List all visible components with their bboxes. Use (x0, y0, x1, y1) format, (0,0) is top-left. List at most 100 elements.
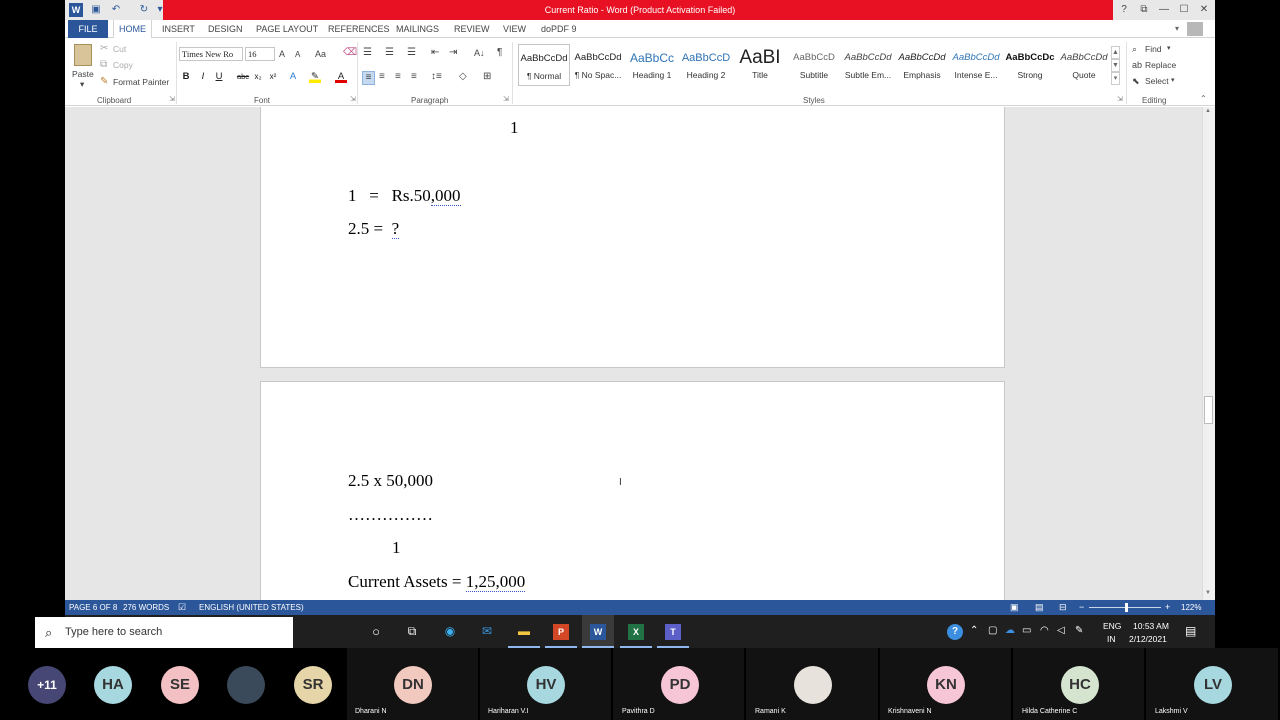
find-button[interactable]: Find (1145, 44, 1162, 54)
undo-icon[interactable]: ↶ (109, 3, 123, 17)
show-hidden-icons[interactable]: ⌃ (970, 625, 978, 636)
scroll-down-icon[interactable]: ▼ (1205, 590, 1211, 596)
collapse-ribbon-icon[interactable]: ⌃ (1200, 94, 1207, 103)
participant-avatar[interactable]: SE (161, 666, 199, 704)
grow-font-icon[interactable]: A (279, 48, 285, 60)
user-account[interactable]: ▾ (1175, 22, 1207, 36)
style-4[interactable]: AaBI Title (734, 44, 786, 86)
notifications-icon[interactable]: ▤ (1185, 624, 1196, 638)
text-effects-button[interactable]: A (287, 71, 299, 83)
minimize-button[interactable]: — (1154, 0, 1174, 20)
paragraph-launcher-icon[interactable]: ⇲ (503, 95, 509, 103)
style-9[interactable]: AaBbCcDc Strong (1004, 44, 1056, 86)
page-indicator[interactable]: PAGE 6 OF 8 (69, 600, 117, 615)
sort-icon[interactable]: A↓ (474, 47, 485, 59)
close-button[interactable]: ✕ (1194, 0, 1214, 20)
participant-photo[interactable] (794, 666, 832, 704)
font-color-button[interactable]: A (335, 71, 347, 83)
align-left-icon[interactable]: ≡ (362, 71, 375, 85)
read-mode-icon[interactable]: ▣ (1010, 600, 1019, 615)
borders-icon[interactable]: ⊞ (483, 71, 491, 83)
italic-button[interactable]: I (197, 71, 209, 83)
redo-icon[interactable]: ↻ (137, 3, 151, 17)
select-dropdown-icon[interactable]: ▾ (1171, 76, 1175, 84)
clipboard-launcher-icon[interactable]: ⇲ (169, 95, 175, 103)
maximize-button[interactable]: ☐ (1174, 0, 1194, 20)
styles-scroll-up-icon[interactable]: ▲ (1111, 46, 1120, 59)
zoom-in-icon[interactable]: + (1165, 600, 1170, 615)
more-participants[interactable]: +11 (28, 666, 66, 704)
underline-button[interactable]: U (213, 71, 225, 83)
select-button[interactable]: Select (1145, 76, 1169, 86)
tab-mailings[interactable]: MAILINGS (396, 20, 439, 38)
onedrive-icon[interactable]: ☁ (1005, 625, 1015, 636)
styles-launcher-icon[interactable]: ⇲ (1117, 95, 1123, 103)
participant-photo[interactable] (227, 666, 265, 704)
align-center-icon[interactable]: ≡ (379, 71, 385, 83)
justify-icon[interactable]: ≡ (411, 71, 417, 83)
clock-time[interactable]: 10:53 AM (1133, 621, 1169, 631)
styles-more-icon[interactable]: ▾ (1111, 72, 1120, 85)
tray-app-icon[interactable]: ▢ (988, 625, 997, 636)
highlight-color-icon[interactable]: ✎ (309, 71, 321, 83)
paste-button[interactable]: Paste (72, 69, 94, 79)
help-tray-icon[interactable]: ? (947, 624, 963, 640)
increase-indent-icon[interactable]: ⇥ (449, 47, 457, 59)
replace-button[interactable]: Replace (1145, 60, 1176, 70)
style-7[interactable]: AaBbCcDd Emphasis (896, 44, 948, 86)
participant-avatar[interactable]: HA (94, 666, 132, 704)
tab-design[interactable]: DESIGN (208, 20, 243, 38)
web-layout-icon[interactable]: ⊟ (1059, 600, 1067, 615)
copy-button[interactable]: Copy (113, 60, 133, 70)
edge-icon[interactable]: ◉ (434, 615, 466, 648)
font-name-combo[interactable]: Times New Ro (179, 47, 243, 61)
style-1[interactable]: AaBbCcDd ¶ No Spac... (572, 44, 624, 86)
language-indicator[interactable]: ENGLISH (UNITED STATES) (199, 600, 304, 615)
tab-dopdf[interactable]: doPDF 9 (541, 20, 577, 38)
superscript-button[interactable]: x² (267, 71, 279, 83)
show-formatting-icon[interactable]: ¶ (497, 47, 502, 59)
style-10[interactable]: AaBbCcDd Quote (1058, 44, 1110, 86)
battery-icon[interactable]: ▭ (1022, 625, 1031, 636)
zoom-level[interactable]: 122% (1181, 600, 1201, 615)
cut-button[interactable]: Cut (113, 44, 126, 54)
taskbar-search[interactable]: ⌕ Type here to search (35, 617, 293, 648)
help-button[interactable]: ? (1114, 0, 1134, 20)
style-0[interactable]: AaBbCcDd ¶ Normal (518, 44, 570, 86)
excel-icon[interactable]: X (620, 615, 652, 648)
shrink-font-icon[interactable]: A (295, 49, 300, 61)
font-launcher-icon[interactable]: ⇲ (350, 95, 356, 103)
participant-avatar[interactable]: KN (927, 666, 965, 704)
tab-references[interactable]: REFERENCES (328, 20, 390, 38)
clear-formatting-icon[interactable]: ⌫ (343, 47, 357, 59)
task-view-icon[interactable]: ⧉ (396, 615, 428, 648)
line-spacing-icon[interactable]: ↕≡ (431, 71, 442, 83)
tab-view[interactable]: VIEW (503, 20, 526, 38)
tab-page-layout[interactable]: PAGE LAYOUT (256, 20, 318, 38)
volume-icon[interactable]: ◁ (1057, 625, 1065, 636)
multilevel-list-icon[interactable]: ☰ (407, 47, 416, 59)
decrease-indent-icon[interactable]: ⇤ (431, 47, 439, 59)
customize-toolbar-icon[interactable]: ▾ (153, 3, 167, 17)
strikethrough-button[interactable]: abc (235, 71, 251, 83)
participant-avatar[interactable]: SR (294, 666, 332, 704)
subscript-button[interactable]: x₂ (252, 71, 264, 83)
clock-date[interactable]: 2/12/2021 (1129, 634, 1167, 644)
change-case-icon[interactable]: Aa (315, 48, 326, 60)
style-3[interactable]: AaBbCcD Heading 2 (680, 44, 732, 86)
mail-icon[interactable]: ✉ (471, 615, 503, 648)
zoom-out-icon[interactable]: − (1079, 600, 1084, 615)
style-5[interactable]: AaBbCcD Subtitle (788, 44, 840, 86)
word-taskbar-icon[interactable]: W (582, 615, 614, 648)
participant-avatar[interactable]: LV (1194, 666, 1232, 704)
wifi-icon[interactable]: ◠ (1040, 625, 1049, 636)
powerpoint-icon[interactable]: P (545, 615, 577, 648)
align-right-icon[interactable]: ≡ (395, 71, 401, 83)
ribbon-display-button[interactable]: ⧉ (1134, 0, 1154, 20)
scroll-up-icon[interactable]: ▲ (1205, 108, 1211, 114)
input-region[interactable]: IN (1107, 634, 1116, 644)
style-8[interactable]: AaBbCcDd Intense E... (950, 44, 1002, 86)
bold-button[interactable]: B (180, 71, 192, 83)
find-dropdown-icon[interactable]: ▾ (1167, 44, 1171, 52)
document-page[interactable]: 1 1 = Rs.50,000 2.5 = ? (260, 107, 1005, 368)
